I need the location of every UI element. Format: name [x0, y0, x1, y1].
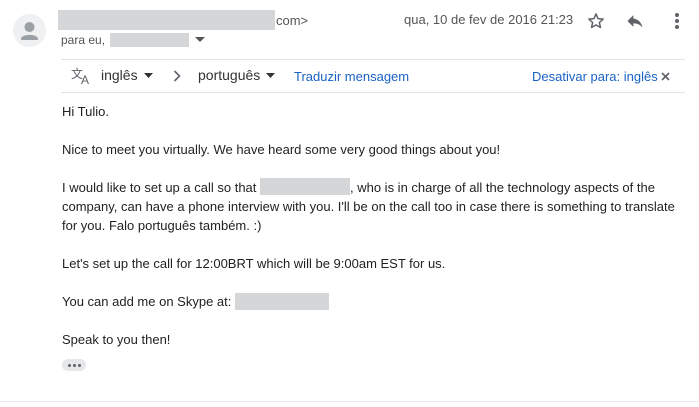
more-vert-icon — [675, 13, 679, 29]
recipient-label: para eu, — [61, 33, 106, 47]
disable-translation-link[interactable]: Desativar para: inglês — [532, 69, 658, 84]
source-language-label: inglês — [101, 67, 138, 83]
closing-text: Speak to you then! — [62, 332, 171, 347]
reply-icon — [627, 15, 643, 28]
call-paragraph: I would like to set up a call so that , … — [62, 178, 687, 235]
translate-icon: 文 A — [71, 66, 93, 89]
message-date: qua, 10 de fev de 2016 21:23 — [404, 12, 574, 27]
contact-name-redacted — [260, 178, 350, 195]
avatar[interactable] — [13, 14, 46, 47]
recipient-row: para eu, — [61, 32, 206, 48]
translate-bar: 文 A inglês português Traduzir mensagem D… — [61, 59, 685, 93]
skype-paragraph: You can add me on Skype at: — [62, 292, 330, 311]
source-language-select[interactable]: inglês — [101, 67, 153, 83]
chevron-right-icon — [173, 69, 181, 85]
intro-paragraph: Nice to meet you virtually. We have hear… — [62, 142, 501, 157]
target-language-label: português — [198, 67, 261, 83]
show-details-button[interactable] — [195, 37, 206, 43]
show-trimmed-content-button[interactable] — [62, 359, 86, 371]
caret-down-icon — [266, 72, 276, 78]
sender-row: com> — [58, 10, 308, 30]
dot — [77, 363, 81, 367]
more-options-button[interactable] — [665, 9, 689, 33]
dot — [72, 363, 76, 367]
call-text-start: I would like to set up a call so that — [62, 180, 260, 195]
person-icon — [21, 22, 38, 40]
sender-name-redacted — [58, 10, 275, 30]
caret-down-icon — [143, 72, 153, 78]
reply-button[interactable] — [623, 9, 647, 33]
target-language-select[interactable]: português — [198, 67, 276, 83]
skype-label: You can add me on Skype at: — [62, 294, 232, 309]
dot — [67, 363, 71, 367]
time-paragraph: Let's set up the call for 12:00BRT which… — [62, 256, 446, 271]
greeting-text: Hi Tulio. — [62, 104, 109, 119]
caret-down-icon — [195, 37, 206, 42]
close-icon[interactable] — [659, 69, 671, 83]
star-button[interactable] — [584, 9, 608, 33]
skype-id-redacted — [235, 293, 330, 310]
translate-message-link[interactable]: Traduzir mensagem — [294, 69, 409, 84]
svg-text:A: A — [81, 73, 89, 86]
divider — [0, 401, 699, 402]
star-outline-icon — [588, 13, 604, 29]
recipient-redacted — [110, 33, 190, 47]
sender-email-suffix: com> — [276, 12, 309, 28]
